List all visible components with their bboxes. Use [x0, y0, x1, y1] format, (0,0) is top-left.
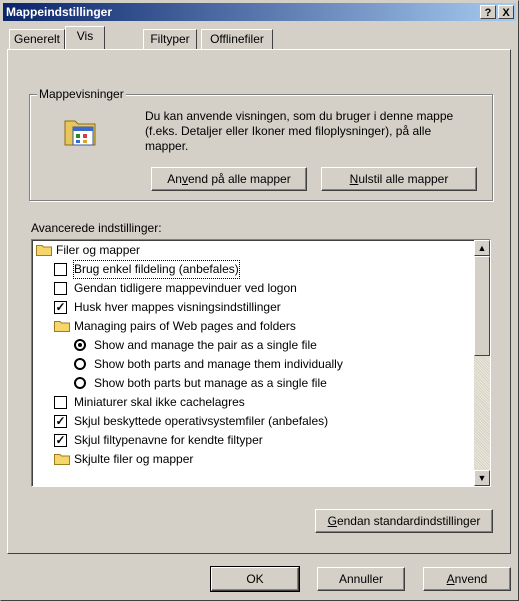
list-item-hidden-files[interactable]: Skjulte filer og mapper — [34, 451, 464, 468]
item-label: Miniaturer skal ikke cachelagres — [74, 395, 245, 409]
tab-generelt[interactable]: Generelt — [9, 29, 65, 49]
checkbox[interactable] — [54, 263, 67, 276]
item-label: Skjulte filer og mapper — [74, 452, 194, 466]
apply-to-all-folders-button[interactable]: Anvend på alle mapper — [151, 167, 307, 191]
folder-views-legend: Mappevisninger — [37, 87, 126, 101]
btn-text-post: nvend — [454, 572, 488, 586]
list-item-hide-extensions[interactable]: ✓ Skjul filtypenavne for kendte filtyper — [34, 432, 464, 449]
tab-label: Offlinefiler — [210, 32, 264, 46]
checkbox-checked[interactable]: ✓ — [54, 301, 67, 314]
restore-defaults-button[interactable]: Gendan standardindstillinger — [315, 509, 493, 533]
btn-text: Annuller — [338, 572, 384, 586]
folder-icon — [36, 245, 52, 256]
item-label: Brug enkel fildeling (anbefales) — [73, 260, 240, 279]
item-label: Show both parts but manage as a single f… — [94, 376, 327, 390]
tab-filtyper[interactable]: Filtyper — [143, 29, 197, 49]
scroll-thumb[interactable] — [474, 256, 490, 356]
checkbox-checked[interactable]: ✓ — [54, 434, 67, 447]
radio-dot — [78, 343, 82, 347]
list-item-pair-both[interactable]: Show both parts but manage as a single f… — [34, 375, 464, 392]
btn-text: OK — [246, 572, 264, 586]
list-item-pair-single[interactable]: Show and manage the pair as a single fil… — [34, 337, 464, 354]
item-label: Show and manage the pair as a single fil… — [94, 338, 317, 352]
btn-text-post: endan standardindstillinger — [336, 514, 481, 528]
radio[interactable] — [74, 358, 86, 370]
cancel-button[interactable]: Annuller — [317, 567, 405, 591]
checkbox[interactable] — [54, 396, 67, 409]
scroll-up-button[interactable]: ▲ — [474, 240, 490, 256]
list-item-files-and-folders[interactable]: Filer og mapper — [34, 242, 464, 259]
item-label: Show both parts and manage them individu… — [94, 357, 343, 371]
tab-vis[interactable]: Vis — [65, 26, 105, 49]
btn-text-post: end på alle mapper — [187, 172, 291, 186]
advanced-settings-label: Avancerede indstillinger: — [31, 221, 162, 235]
tab-offlinefiler[interactable]: Offlinefiler — [201, 29, 273, 49]
scroll-down-button[interactable]: ▼ — [474, 470, 490, 486]
vertical-scrollbar[interactable]: ▲ ▼ — [474, 240, 490, 486]
folder-views-description: Du kan anvende visningen, som du bruger … — [145, 109, 454, 153]
list-item-thumbnail-cache[interactable]: Miniaturer skal ikke cachelagres — [34, 394, 464, 411]
item-label: Managing pairs of Web pages and folders — [74, 319, 296, 333]
reset-all-folders-button[interactable]: Nulstil alle mapper — [321, 167, 477, 191]
list-item-pair-individual[interactable]: Show both parts and manage them individu… — [34, 356, 464, 373]
folder-icon — [54, 321, 70, 332]
item-label: Skjul filtypenavne for kendte filtyper — [74, 433, 263, 447]
folder-icon — [54, 454, 70, 465]
tab-label: Filtyper — [150, 32, 190, 46]
list-item-hide-system-files[interactable]: ✓ Skjul beskyttede operativsystemfiler (… — [34, 413, 464, 430]
radio-selected[interactable] — [74, 339, 86, 351]
btn-text-post: ulstil alle mapper — [358, 172, 449, 186]
window-title: Mappeindstillinger — [6, 5, 113, 19]
item-label: Husk hver mappes visningsindstillinger — [74, 300, 281, 314]
btn-text-pre: An — [167, 172, 182, 186]
apply-button[interactable]: Anvend — [423, 567, 511, 591]
title-bar[interactable]: Mappeindstillinger ? X — [3, 3, 516, 21]
item-label: Skjul beskyttede operativsystemfiler (an… — [74, 414, 329, 428]
list-item-remember-view[interactable]: ✓ Husk hver mappes visningsindstillinger — [34, 299, 464, 316]
btn-accel-key: N — [349, 172, 359, 186]
radio[interactable] — [74, 377, 86, 389]
list-item-simple-sharing[interactable]: Brug enkel fildeling (anbefales) — [34, 260, 464, 279]
folder-view-icon — [64, 120, 96, 146]
advanced-settings-list[interactable]: Filer og mapper Brug enkel fildeling (an… — [31, 239, 491, 487]
item-label: Filer og mapper — [56, 243, 141, 257]
tab-label: Vis — [76, 29, 94, 43]
btn-accel-key: A — [446, 572, 455, 586]
help-button[interactable]: ? — [480, 5, 496, 19]
checkbox[interactable] — [54, 282, 67, 295]
checkbox-checked[interactable]: ✓ — [54, 415, 67, 428]
list-item-web-pairs[interactable]: Managing pairs of Web pages and folders — [34, 318, 464, 335]
ok-button[interactable]: OK — [210, 566, 300, 592]
item-label: Gendan tidligere mappevinduer ved logon — [74, 281, 297, 295]
close-button[interactable]: X — [498, 5, 514, 19]
tab-label: Generelt — [13, 32, 61, 46]
folder-options-dialog: Mappeindstillinger ? X Generelt Vis Filt… — [0, 0, 519, 601]
btn-accel-key: G — [327, 514, 337, 528]
list-item-restore-windows[interactable]: Gendan tidligere mappevinduer ved logon — [34, 280, 464, 297]
